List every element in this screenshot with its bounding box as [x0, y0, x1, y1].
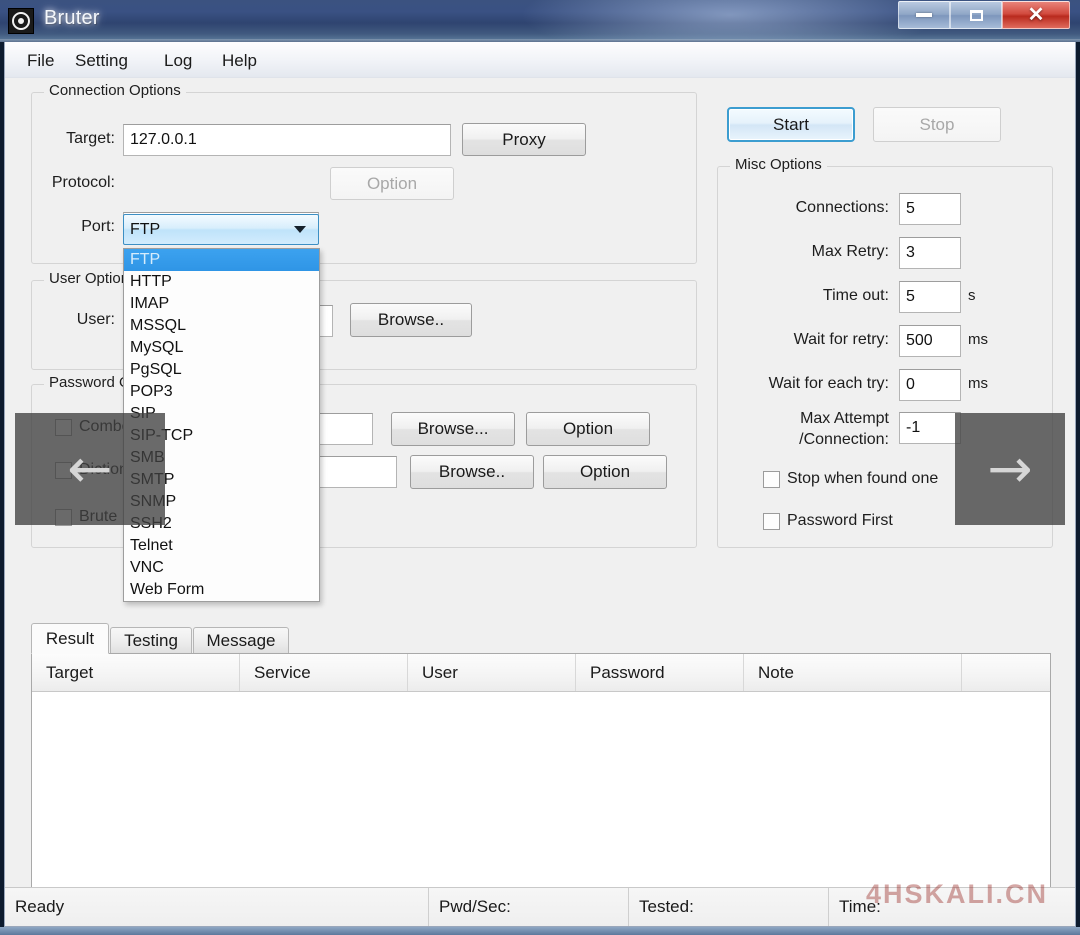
- maximize-icon: [969, 9, 983, 21]
- wait-each-try-label: Wait for each try:: [768, 375, 889, 392]
- wait-each-try-input[interactable]: 0: [899, 369, 961, 401]
- proxy-button[interactable]: Proxy: [462, 123, 586, 156]
- protocol-option-imap[interactable]: IMAP: [124, 293, 319, 315]
- protocol-option-button[interactable]: Option: [330, 167, 454, 200]
- status-ready: Ready: [5, 888, 429, 926]
- column-header-spacer: [962, 654, 1050, 691]
- connections-label: Connections:: [795, 199, 889, 216]
- result-table-body[interactable]: [32, 692, 1050, 920]
- desktop-strip: [0, 927, 1080, 935]
- user-label: User:: [76, 311, 115, 328]
- menu-item-help[interactable]: Help: [214, 49, 265, 73]
- protocol-option-mysql[interactable]: MySQL: [124, 337, 319, 359]
- overlay-left-arrow: ←: [15, 413, 165, 525]
- protocol-label: Protocol:: [51, 174, 115, 191]
- target-icon: [12, 12, 30, 30]
- column-header-service[interactable]: Service: [240, 654, 408, 691]
- app-icon: [8, 8, 34, 34]
- stop-when-found-checkbox[interactable]: Stop when found one: [763, 470, 938, 488]
- close-icon: ✕: [1027, 4, 1045, 26]
- status-tested: Tested:: [629, 888, 829, 926]
- password-first-checkbox[interactable]: Password First: [763, 512, 893, 530]
- tab-result[interactable]: Result: [31, 623, 109, 654]
- overlay-right-arrow: →: [955, 413, 1065, 525]
- bruter-window: Bruter ✕ File Setting Log Help Connectio…: [0, 0, 1080, 935]
- protocol-option-pop3[interactable]: POP3: [124, 381, 319, 403]
- protocol-combobox[interactable]: FTP: [123, 214, 319, 245]
- wait-each-try-unit: ms: [968, 375, 988, 392]
- connections-input[interactable]: 5: [899, 193, 961, 225]
- checkbox-box-password-first: [763, 512, 780, 530]
- target-input[interactable]: 127.0.0.1: [123, 124, 451, 156]
- combo-option-button[interactable]: Option: [526, 412, 650, 446]
- protocol-option-web-form[interactable]: Web Form: [124, 579, 319, 601]
- column-header-user[interactable]: User: [408, 654, 576, 691]
- tab-testing[interactable]: Testing: [110, 627, 192, 654]
- combo-browse-button[interactable]: Browse...: [391, 412, 515, 446]
- titlebar-glow: [520, 0, 940, 42]
- minimize-button[interactable]: [898, 1, 950, 29]
- max-attempt-label-line2: /Connection:: [799, 431, 889, 448]
- checkbox-box-stop-when-found: [763, 470, 780, 488]
- protocol-option-vnc[interactable]: VNC: [124, 557, 319, 579]
- protocol-selected-value: FTP: [130, 220, 161, 238]
- timeout-unit: s: [968, 287, 976, 304]
- close-button[interactable]: ✕: [1002, 1, 1070, 29]
- maximize-button[interactable]: [950, 1, 1002, 29]
- protocol-option-mssql[interactable]: MSSQL: [124, 315, 319, 337]
- wait-for-retry-unit: ms: [968, 331, 988, 348]
- port-label: Port:: [81, 218, 115, 235]
- user-browse-button[interactable]: Browse..: [350, 303, 472, 337]
- misc-options-title: Misc Options: [730, 156, 827, 173]
- wait-for-retry-input[interactable]: 500: [899, 325, 961, 357]
- menu-item-file[interactable]: File: [19, 49, 62, 73]
- chevron-down-icon: [294, 226, 306, 233]
- max-attempt-input[interactable]: -1: [899, 412, 961, 444]
- result-table-header: Target Service User Password Note: [32, 654, 1050, 692]
- stop-when-found-label: Stop when found one: [787, 470, 939, 487]
- stop-button[interactable]: Stop: [873, 107, 1001, 142]
- arrow-left-icon: ←: [67, 437, 113, 500]
- arrow-right-icon: →: [987, 437, 1033, 500]
- minimize-icon: [916, 13, 932, 17]
- dictionary-browse-button[interactable]: Browse..: [410, 455, 534, 489]
- max-retry-input[interactable]: 3: [899, 237, 961, 269]
- status-bar: Ready Pwd/Sec: Tested: Time:: [5, 887, 1075, 926]
- menu-item-log[interactable]: Log: [156, 49, 200, 73]
- dictionary-option-button[interactable]: Option: [543, 455, 667, 489]
- menu-bar: File Setting Log Help: [5, 42, 1075, 78]
- wait-for-retry-label: Wait for retry:: [793, 331, 889, 348]
- protocol-option-http[interactable]: HTTP: [124, 271, 319, 293]
- target-icon-center: [18, 18, 24, 24]
- start-button[interactable]: Start: [727, 107, 855, 142]
- status-pwd-sec: Pwd/Sec:: [429, 888, 629, 926]
- tab-message[interactable]: Message: [193, 627, 289, 654]
- column-header-note[interactable]: Note: [744, 654, 962, 691]
- max-retry-label: Max Retry:: [811, 243, 889, 260]
- status-time: Time:: [839, 897, 881, 916]
- column-header-target[interactable]: Target: [32, 654, 240, 691]
- window-title: Bruter: [44, 7, 100, 29]
- connection-options-title: Connection Options: [44, 82, 186, 99]
- result-tabstrip: Result Testing Message: [31, 623, 1051, 654]
- target-label: Target:: [66, 130, 115, 147]
- timeout-input[interactable]: 5: [899, 281, 961, 313]
- column-header-password[interactable]: Password: [576, 654, 744, 691]
- password-first-label: Password First: [787, 512, 893, 529]
- menu-item-setting[interactable]: Setting: [67, 49, 136, 73]
- max-attempt-label-line1: Max Attempt: [800, 410, 889, 427]
- protocol-option-ftp[interactable]: FTP: [124, 249, 319, 271]
- protocol-option-pgsql[interactable]: PgSQL: [124, 359, 319, 381]
- result-panel: Target Service User Password Note: [31, 653, 1051, 921]
- protocol-option-telnet[interactable]: Telnet: [124, 535, 319, 557]
- title-bar: Bruter ✕: [0, 0, 1080, 42]
- timeout-label: Time out:: [822, 287, 889, 304]
